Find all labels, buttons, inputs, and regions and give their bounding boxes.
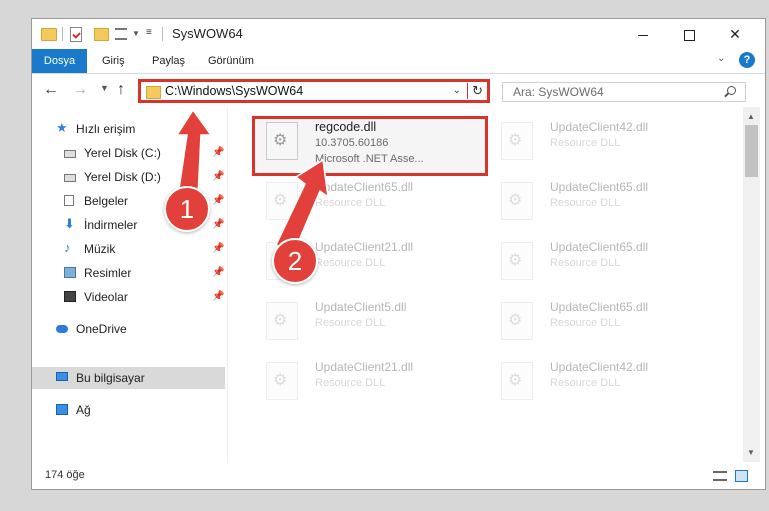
step-1-badge: 1 [164, 186, 210, 232]
annotation-arrows [175, 108, 329, 253]
step-2-badge: 2 [272, 238, 318, 284]
arrow-step-1 [175, 108, 213, 197]
